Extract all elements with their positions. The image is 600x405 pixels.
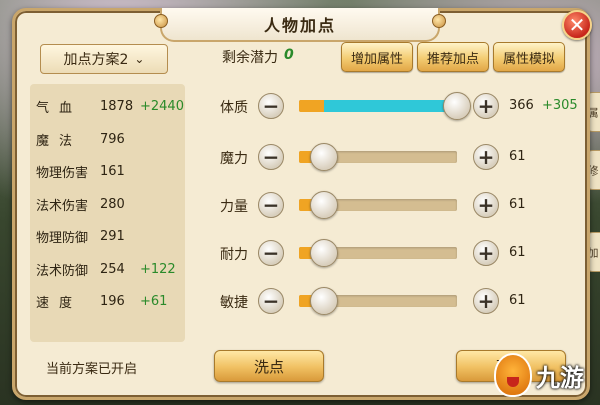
stat-row-speed: 速度 196 +61 [36,291,186,311]
attribute-value: 61 [509,245,526,260]
recommend-points-button[interactable]: 推荐加点 [417,42,489,72]
increase-button[interactable]: + [473,240,499,266]
attribute-label: 体质 [220,100,248,116]
increase-button[interactable]: + [473,288,499,314]
stat-name: 魔法 [36,133,83,149]
stat-value: 280 [100,196,125,212]
close-button[interactable]: ✕ [562,10,592,40]
plan-status-text: 当前方案已开启 [46,362,138,377]
stat-name: 气血 [36,100,83,116]
attribute-value: 61 [509,293,526,308]
stat-name: 物理伤害 [36,165,89,181]
add-attribute-button[interactable]: 增加属性 [341,42,413,72]
stat-value: 254 [100,261,125,277]
minus-icon: − [262,241,280,265]
attribute-bonus: +305 [542,98,578,113]
stat-value: 161 [100,163,125,179]
stat-bonus: +122 [140,261,176,277]
plus-icon: + [477,241,495,265]
title-bar: 人物加点 [154,8,446,42]
chevron-down-icon: ⌄ [134,52,145,66]
slider-added-fill [324,100,457,112]
minus-icon: − [262,145,280,169]
title-ornament-right [432,14,446,28]
decrease-button[interactable]: − [258,192,284,218]
decrease-button[interactable]: − [258,93,284,119]
stat-row-phys-dmg: 物理伤害 161 [36,161,186,181]
increase-button[interactable]: + [473,93,499,119]
attribute-label: 魔力 [220,151,248,167]
decrease-button[interactable]: − [258,288,284,314]
reset-points-button[interactable]: 洗点 [214,350,324,382]
stat-row-mag-dmg: 法术伤害 280 [36,194,186,214]
plus-icon: + [477,289,495,313]
plan-dropdown-value: 加点方案2 [63,52,129,68]
stat-row-hp: 气血 1878 +2440 [36,96,186,116]
stat-name: 法术伤害 [36,198,89,214]
stat-row-phys-def: 物理防御 291 [36,226,186,246]
stat-name: 法术防御 [36,263,89,279]
attribute-label: 力量 [220,199,248,215]
increase-button[interactable]: + [473,144,499,170]
stat-value: 796 [100,131,125,147]
decrease-button[interactable]: − [258,240,284,266]
watermark-text: 九游 [536,363,584,392]
window-title: 人物加点 [263,16,336,35]
attribute-label: 敏捷 [220,295,248,311]
plan-dropdown[interactable]: 加点方案2 ⌄ [40,44,168,74]
attribute-simulate-button[interactable]: 属性模拟 [493,42,565,72]
stat-row-mp: 魔法 796 [36,129,186,149]
attribute-value: 366 [509,98,534,113]
title-ornament-left [154,14,168,28]
stat-row-mag-def: 法术防御 254 +122 [36,259,186,279]
potential-label: 剩余潜力 [222,50,278,66]
slider-base-fill [299,100,325,112]
minus-icon: − [262,94,280,118]
stat-value: 196 [100,293,125,309]
increase-button[interactable]: + [473,192,499,218]
stats-list: 气血 1878 +2440 魔法 796 物理伤害 161 法术伤害 280 物… [30,84,185,342]
plus-icon: + [477,94,495,118]
attribute-label: 耐力 [220,247,248,263]
attribute-slider-track[interactable] [299,100,457,112]
attribute-value: 61 [509,149,526,164]
stat-value: 291 [100,228,125,244]
stat-value: 1878 [100,98,134,114]
close-icon: ✕ [568,13,586,37]
minus-icon: − [262,289,280,313]
potential-value: 0 [284,47,294,63]
stat-name: 速度 [36,295,83,311]
attribute-value: 61 [509,197,526,212]
slider-knob[interactable] [443,92,471,120]
stat-bonus: +61 [140,293,168,309]
minus-icon: − [262,193,280,217]
mascot-logo-icon [494,353,532,397]
stat-name: 物理防御 [36,230,89,246]
stat-bonus: +2440 [140,98,184,114]
watermark: 九游 [494,350,596,400]
plus-icon: + [477,145,495,169]
decrease-button[interactable]: − [258,144,284,170]
plus-icon: + [477,193,495,217]
